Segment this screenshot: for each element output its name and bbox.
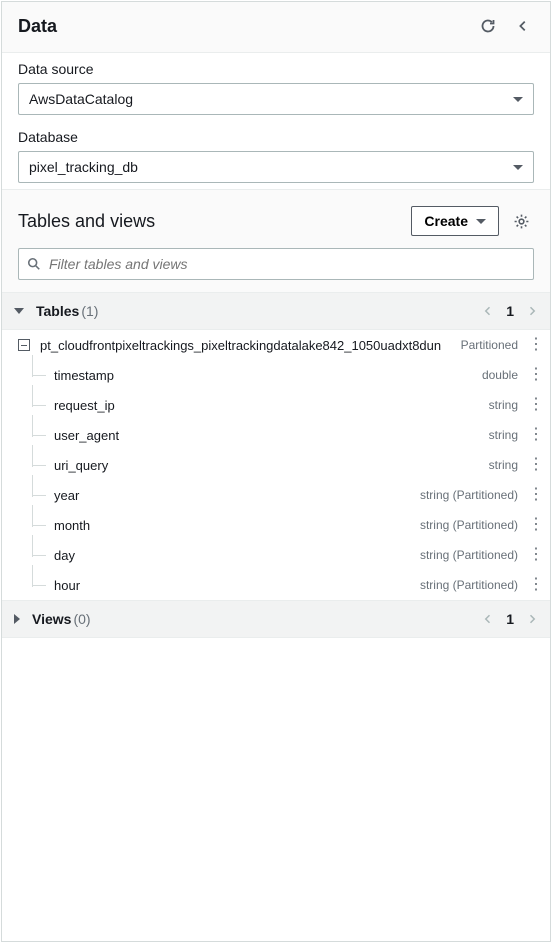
column-name: uri_query [54,458,489,473]
chevron-left-icon [516,19,530,33]
caret-down-icon [513,97,523,102]
datasource-section: Data source AwsDataCatalog [2,53,550,121]
tree-connector [26,457,54,473]
column-row: timestamp double ⋮ [2,360,550,390]
column-type: string (Partitioned) [420,548,518,562]
column-menu-button[interactable]: ⋮ [528,577,538,593]
partitioned-badge: Partitioned [461,338,518,352]
tables-pager: 1 [482,303,538,319]
column-type: string [489,458,518,472]
filter-box[interactable] [18,248,534,280]
datasource-label: Data source [18,61,534,77]
triangle-down-icon [14,308,24,314]
column-menu-button[interactable]: ⋮ [528,427,538,443]
tables-views-title: Tables and views [18,211,155,232]
datasource-select[interactable]: AwsDataCatalog [18,83,534,115]
tree-connector [26,367,54,383]
column-menu-button[interactable]: ⋮ [528,367,538,383]
column-name: timestamp [54,368,482,383]
column-menu-button[interactable]: ⋮ [528,517,538,533]
tables-group-count: (1) [81,303,98,319]
tables-toggle[interactable] [14,308,24,314]
tree-connector [26,547,54,563]
chevron-right-icon [526,305,538,317]
column-name: hour [54,578,420,593]
database-select[interactable]: pixel_tracking_db [18,151,534,183]
tables-prev-page[interactable] [482,305,494,317]
views-pager: 1 [482,611,538,627]
views-group-label: Views [32,611,71,627]
column-type: string [489,398,518,412]
database-value: pixel_tracking_db [29,159,513,175]
tables-views-actions: Create [411,206,534,236]
views-group-count: (0) [73,611,90,627]
tables-group-header: Tables (1) 1 [2,292,550,330]
column-type: string (Partitioned) [420,518,518,532]
column-type: string (Partitioned) [420,578,518,592]
collapse-button[interactable] [512,15,534,37]
views-toggle[interactable] [14,614,20,624]
column-row: user_agent string ⋮ [2,420,550,450]
database-section: Database pixel_tracking_db [2,121,550,189]
search-icon [27,257,41,271]
settings-button[interactable] [509,209,534,234]
data-panel: Data Data source AwsDataCatalog Database [1,1,551,942]
refresh-button[interactable] [476,14,500,38]
gear-icon [513,213,530,230]
column-menu-button[interactable]: ⋮ [528,547,538,563]
column-menu-button[interactable]: ⋮ [528,397,538,413]
column-name: month [54,518,420,533]
chevron-right-icon [526,613,538,625]
header-actions [476,14,534,38]
table-row: pt_cloudfrontpixeltrackings_pixeltrackin… [2,330,550,360]
tables-group-label: Tables [36,303,79,319]
refresh-icon [480,18,496,34]
table-name[interactable]: pt_cloudfrontpixeltrackings_pixeltrackin… [40,338,453,353]
column-row: hour string (Partitioned) ⋮ [2,570,550,600]
chevron-left-icon [482,305,494,317]
database-label: Database [18,129,534,145]
column-type: string (Partitioned) [420,488,518,502]
column-menu-button[interactable]: ⋮ [528,487,538,503]
column-name: year [54,488,420,503]
views-prev-page[interactable] [482,613,494,625]
collapse-table-toggle[interactable] [18,339,30,351]
tree-connector [26,427,54,443]
column-row: uri_query string ⋮ [2,450,550,480]
create-button-label: Create [424,213,468,229]
column-row: request_ip string ⋮ [2,390,550,420]
column-row: day string (Partitioned) ⋮ [2,540,550,570]
panel-title: Data [18,16,57,37]
tree-connector [26,397,54,413]
views-group-header: Views (0) 1 [2,600,550,638]
column-row: month string (Partitioned) ⋮ [2,510,550,540]
filter-container [2,248,550,292]
tables-next-page[interactable] [526,305,538,317]
tables-views-header: Tables and views Create [2,190,550,248]
tables-page-number: 1 [506,303,514,319]
column-name: request_ip [54,398,489,413]
column-type: double [482,368,518,382]
chevron-left-icon [482,613,494,625]
table-menu-button[interactable]: ⋮ [528,337,538,353]
caret-down-icon [513,165,523,170]
column-name: user_agent [54,428,489,443]
filter-input[interactable] [49,256,525,272]
column-type: string [489,428,518,442]
tree-connector [26,517,54,533]
views-next-page[interactable] [526,613,538,625]
column-name: day [54,548,420,563]
caret-down-icon [476,219,486,224]
column-row: year string (Partitioned) ⋮ [2,480,550,510]
tree-connector [26,577,54,593]
views-page-number: 1 [506,611,514,627]
datasource-value: AwsDataCatalog [29,91,513,107]
tree-connector [26,487,54,503]
column-menu-button[interactable]: ⋮ [528,457,538,473]
create-button[interactable]: Create [411,206,499,236]
panel-header: Data [2,2,550,53]
triangle-right-icon [14,614,20,624]
